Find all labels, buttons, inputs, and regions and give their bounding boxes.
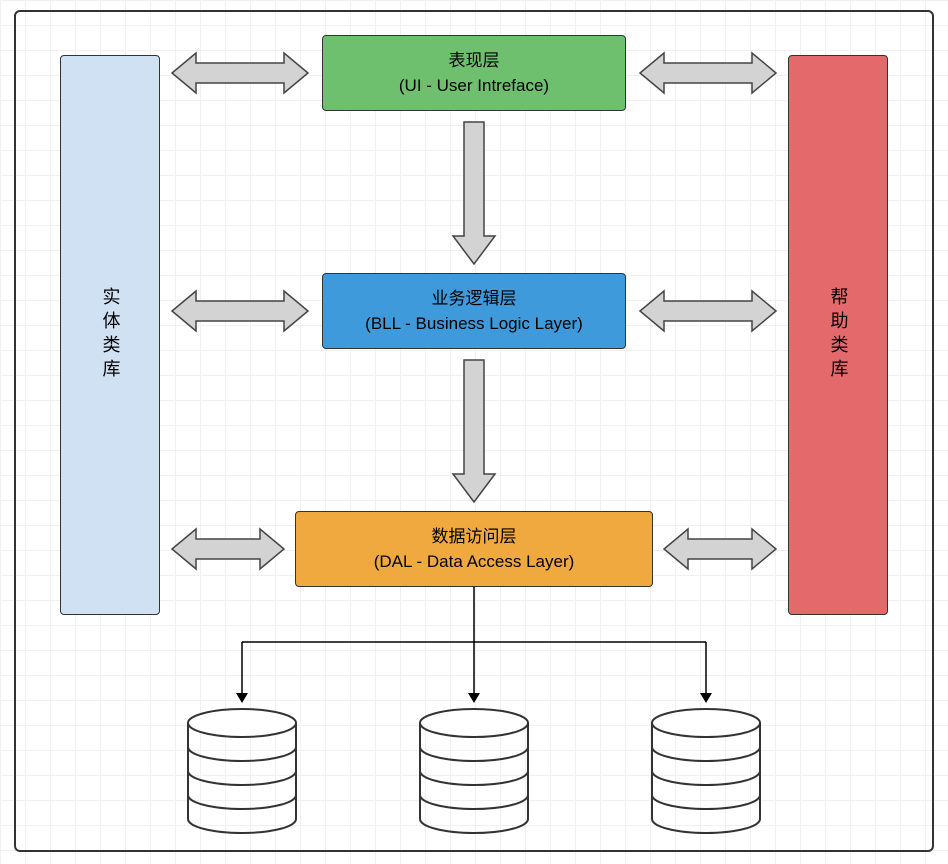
bll-layer-subtitle: (BLL - Business Logic Layer) (365, 314, 583, 333)
ui-layer-title: 表现层 (448, 51, 499, 70)
entity-library-box: 实体类库 (60, 55, 160, 615)
arrow-dal-to-right-icon (660, 526, 780, 572)
ui-layer-subtitle: (UI - User Intreface) (399, 76, 549, 95)
database-icon (414, 707, 534, 835)
dal-to-db-connectors-icon (200, 587, 748, 707)
ui-layer-box: 表现层 (UI - User Intreface) (322, 35, 626, 111)
dal-layer-subtitle: (DAL - Data Access Layer) (374, 552, 575, 571)
helper-library-box: 帮助类库 (788, 55, 888, 615)
database-1 (182, 707, 302, 840)
arrow-bll-to-dal-icon (449, 356, 499, 506)
arrow-ui-to-right-icon (636, 50, 780, 96)
arrow-bll-to-left-icon (168, 288, 312, 334)
dal-layer-title: 数据访问层 (431, 527, 516, 546)
database-icon (182, 707, 302, 835)
database-2 (414, 707, 534, 840)
dal-layer-box: 数据访问层 (DAL - Data Access Layer) (295, 511, 653, 587)
database-icon (646, 707, 766, 835)
arrow-dal-to-left-icon (168, 526, 288, 572)
helper-library-label: 帮助类库 (825, 287, 852, 383)
entity-library-label: 实体类库 (97, 287, 124, 383)
arrow-ui-to-left-icon (168, 50, 312, 96)
bll-layer-box: 业务逻辑层 (BLL - Business Logic Layer) (322, 273, 626, 349)
database-3 (646, 707, 766, 840)
arrow-ui-to-bll-icon (449, 118, 499, 268)
bll-layer-title: 业务逻辑层 (431, 289, 516, 308)
arrow-bll-to-right-icon (636, 288, 780, 334)
